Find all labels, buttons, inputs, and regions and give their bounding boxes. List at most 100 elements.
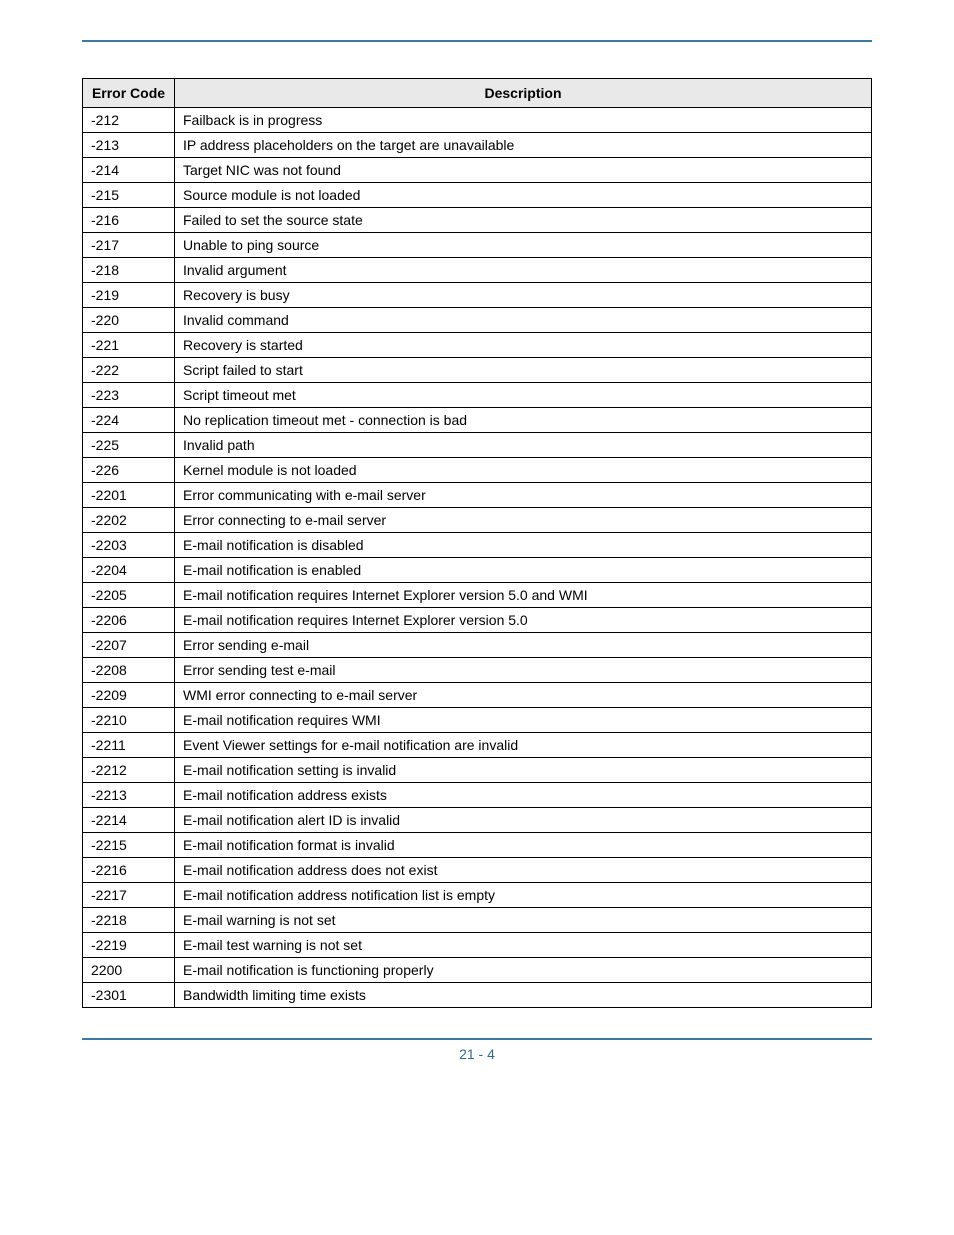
- cell-description: No replication timeout met - connection …: [175, 408, 872, 433]
- cell-description: Source module is not loaded: [175, 183, 872, 208]
- table-row: -2218E-mail warning is not set: [83, 908, 872, 933]
- cell-error-code: -2206: [83, 608, 175, 633]
- cell-error-code: 2200: [83, 958, 175, 983]
- cell-description: Recovery is busy: [175, 283, 872, 308]
- cell-error-code: -2201: [83, 483, 175, 508]
- cell-description: Recovery is started: [175, 333, 872, 358]
- cell-error-code: -226: [83, 458, 175, 483]
- cell-error-code: -2209: [83, 683, 175, 708]
- table-row: -2216E-mail notification address does no…: [83, 858, 872, 883]
- table-row: -217Unable to ping source: [83, 233, 872, 258]
- cell-description: E-mail notification alert ID is invalid: [175, 808, 872, 833]
- table-row: -212Failback is in progress: [83, 108, 872, 133]
- cell-error-code: -2202: [83, 508, 175, 533]
- table-row: -2217E-mail notification address notific…: [83, 883, 872, 908]
- table-row: -219Recovery is busy: [83, 283, 872, 308]
- cell-description: IP address placeholders on the target ar…: [175, 133, 872, 158]
- table-row: -2209WMI error connecting to e-mail serv…: [83, 683, 872, 708]
- cell-description: WMI error connecting to e-mail server: [175, 683, 872, 708]
- cell-error-code: -2203: [83, 533, 175, 558]
- cell-error-code: -221: [83, 333, 175, 358]
- cell-error-code: -220: [83, 308, 175, 333]
- cell-error-code: -2210: [83, 708, 175, 733]
- cell-description: E-mail notification requires Internet Ex…: [175, 608, 872, 633]
- cell-error-code: -217: [83, 233, 175, 258]
- cell-error-code: -2205: [83, 583, 175, 608]
- top-divider: [82, 40, 872, 42]
- cell-error-code: -218: [83, 258, 175, 283]
- table-row: -218Invalid argument: [83, 258, 872, 283]
- cell-description: Invalid path: [175, 433, 872, 458]
- cell-error-code: -224: [83, 408, 175, 433]
- table-header-row: Error Code Description: [83, 79, 872, 108]
- cell-description: Error communicating with e-mail server: [175, 483, 872, 508]
- cell-description: Unable to ping source: [175, 233, 872, 258]
- cell-description: Invalid command: [175, 308, 872, 333]
- table-row: -2202Error connecting to e-mail server: [83, 508, 872, 533]
- table-row: 2200E-mail notification is functioning p…: [83, 958, 872, 983]
- table-row: -223Script timeout met: [83, 383, 872, 408]
- header-description: Description: [175, 79, 872, 108]
- cell-description: Failback is in progress: [175, 108, 872, 133]
- cell-description: E-mail notification address does not exi…: [175, 858, 872, 883]
- cell-error-code: -222: [83, 358, 175, 383]
- table-row: -2208Error sending test e-mail: [83, 658, 872, 683]
- cell-description: Failed to set the source state: [175, 208, 872, 233]
- header-error-code: Error Code: [83, 79, 175, 108]
- cell-description: E-mail notification is enabled: [175, 558, 872, 583]
- table-row: -2201Error communicating with e-mail ser…: [83, 483, 872, 508]
- error-code-table: Error Code Description -212Failback is i…: [82, 78, 872, 1008]
- cell-error-code: -2217: [83, 883, 175, 908]
- table-row: -2215E-mail notification format is inval…: [83, 833, 872, 858]
- cell-error-code: -223: [83, 383, 175, 408]
- cell-description: E-mail test warning is not set: [175, 933, 872, 958]
- cell-description: E-mail notification is functioning prope…: [175, 958, 872, 983]
- cell-error-code: -2215: [83, 833, 175, 858]
- table-row: -214Target NIC was not found: [83, 158, 872, 183]
- cell-error-code: -214: [83, 158, 175, 183]
- cell-description: Bandwidth limiting time exists: [175, 983, 872, 1008]
- table-row: -2207Error sending e-mail: [83, 633, 872, 658]
- table-row: -221Recovery is started: [83, 333, 872, 358]
- table-row: -222Script failed to start: [83, 358, 872, 383]
- table-row: -216Failed to set the source state: [83, 208, 872, 233]
- cell-error-code: -2213: [83, 783, 175, 808]
- cell-error-code: -2212: [83, 758, 175, 783]
- cell-error-code: -225: [83, 433, 175, 458]
- cell-error-code: -2208: [83, 658, 175, 683]
- cell-description: E-mail notification address exists: [175, 783, 872, 808]
- cell-error-code: -216: [83, 208, 175, 233]
- cell-description: Kernel module is not loaded: [175, 458, 872, 483]
- cell-description: Script failed to start: [175, 358, 872, 383]
- table-row: -215Source module is not loaded: [83, 183, 872, 208]
- cell-description: Error connecting to e-mail server: [175, 508, 872, 533]
- cell-error-code: -2219: [83, 933, 175, 958]
- table-row: -2206E-mail notification requires Intern…: [83, 608, 872, 633]
- cell-description: E-mail notification is disabled: [175, 533, 872, 558]
- cell-error-code: -213: [83, 133, 175, 158]
- cell-error-code: -2211: [83, 733, 175, 758]
- cell-description: E-mail notification requires Internet Ex…: [175, 583, 872, 608]
- cell-description: E-mail notification setting is invalid: [175, 758, 872, 783]
- table-row: -2205E-mail notification requires Intern…: [83, 583, 872, 608]
- table-row: -2214E-mail notification alert ID is inv…: [83, 808, 872, 833]
- table-row: -2301Bandwidth limiting time exists: [83, 983, 872, 1008]
- cell-error-code: -2207: [83, 633, 175, 658]
- cell-error-code: -219: [83, 283, 175, 308]
- cell-error-code: -2204: [83, 558, 175, 583]
- cell-error-code: -2216: [83, 858, 175, 883]
- cell-error-code: -2214: [83, 808, 175, 833]
- cell-description: E-mail notification format is invalid: [175, 833, 872, 858]
- table-row: -2219E-mail test warning is not set: [83, 933, 872, 958]
- table-row: -2204E-mail notification is enabled: [83, 558, 872, 583]
- cell-error-code: -2218: [83, 908, 175, 933]
- cell-error-code: -212: [83, 108, 175, 133]
- table-row: -2213E-mail notification address exists: [83, 783, 872, 808]
- cell-description: E-mail notification requires WMI: [175, 708, 872, 733]
- cell-description: Script timeout met: [175, 383, 872, 408]
- cell-description: E-mail notification address notification…: [175, 883, 872, 908]
- table-row: -224No replication timeout met - connect…: [83, 408, 872, 433]
- table-row: -2212E-mail notification setting is inva…: [83, 758, 872, 783]
- table-row: -2210E-mail notification requires WMI: [83, 708, 872, 733]
- table-row: -225Invalid path: [83, 433, 872, 458]
